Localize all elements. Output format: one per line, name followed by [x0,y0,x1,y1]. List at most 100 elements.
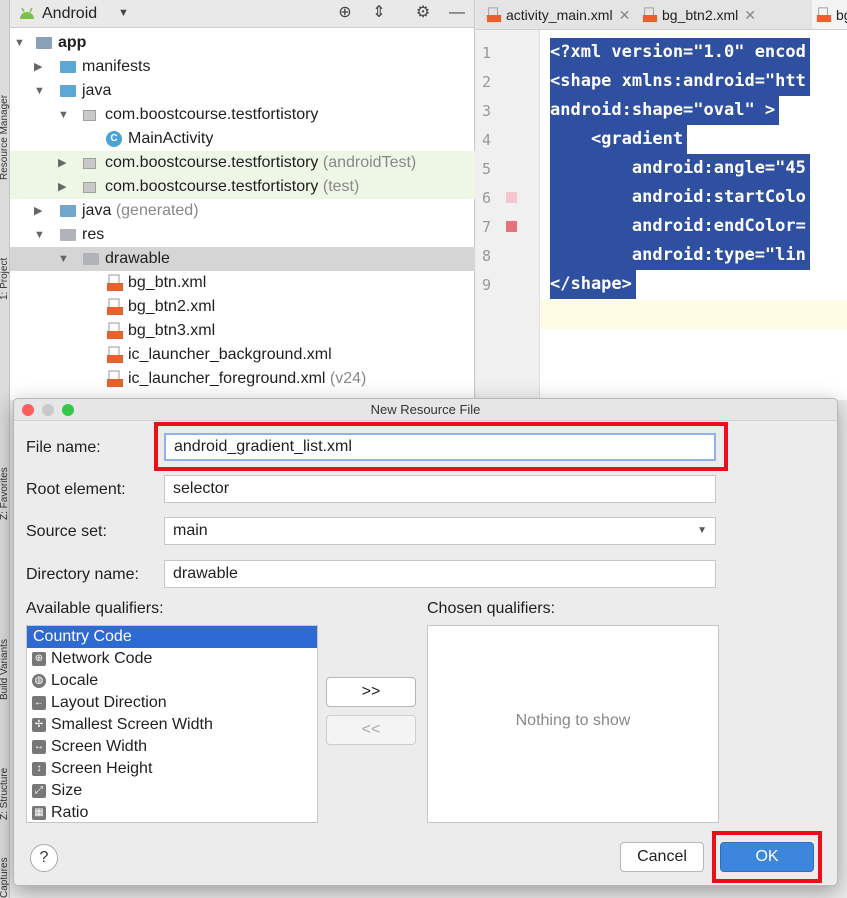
package-icon [83,110,96,121]
tree-item-label: java [82,202,112,219]
chevron-right-icon[interactable]: ▶ [34,199,42,223]
file-name-input[interactable]: android_gradient_list.xml [164,433,716,461]
gear-icon[interactable]: ⚙ [414,4,432,22]
list-item[interactable]: ⤢ Size [27,780,317,802]
add-qualifier-button[interactable]: >> [326,677,416,707]
chevron-down-icon[interactable]: ▼ [118,7,129,19]
tree-item-label: res [82,226,105,243]
tab-current[interactable]: bg [812,0,847,29]
project-tab[interactable]: 1: Project [0,258,9,300]
tree-item-package-main[interactable]: ▼ com.boostcourse.testfortistory [10,103,475,127]
tree-item-label: com.boostcourse.testfortistory [105,154,319,171]
remove-qualifier-button[interactable]: << [326,715,416,745]
chevron-right-icon[interactable]: ▶ [58,175,66,199]
list-item[interactable]: Country Code [27,626,317,648]
chosen-qualifiers-list[interactable]: Nothing to show [427,625,719,823]
tree-item-app[interactable]: ▼ app [10,31,475,55]
code-line: android:startColo [550,183,810,212]
qualifier-label: Locale [51,672,99,689]
chevron-down-icon[interactable]: ▼ [58,247,69,271]
empty-state-text: Nothing to show [515,712,631,729]
tree-item-manifests[interactable]: ▶ manifests [10,55,475,79]
code-line: <gradient [550,125,688,154]
folder-icon [60,85,76,97]
tree-item-label: ic_launcher_foreground.xml [128,370,326,387]
tree-item-bg-btn[interactable]: bg_btn.xml [10,271,475,295]
directory-name-input[interactable]: drawable [164,560,716,588]
list-item[interactable]: ↕ Screen Height [27,758,317,780]
resource-manager-tab[interactable]: Resource Manager [0,95,9,180]
line-number: 7 [482,218,492,236]
tree-item-suffix: (v24) [329,370,367,387]
list-item[interactable]: ✢ Smallest Screen Width [27,714,317,736]
chevron-right-icon[interactable]: ▶ [58,151,66,175]
list-item[interactable]: ↔ Screen Width [27,736,317,758]
tree-item-java[interactable]: ▼ java [10,79,475,103]
line-number: 8 [482,247,492,265]
chevron-down-icon[interactable]: ▼ [58,103,69,127]
line-number: 2 [482,73,492,91]
tree-item-ic-launcher-background[interactable]: ic_launcher_background.xml [10,343,475,367]
tab-bg-btn2[interactable]: bg_btn2.xml ✕ [642,0,756,29]
list-item[interactable]: ▦ Ratio [27,802,317,822]
chevron-down-icon[interactable]: ▼ [14,31,25,55]
ok-button[interactable]: OK [720,842,814,872]
tree-item-label: MainActivity [128,130,214,147]
close-icon[interactable]: ✕ [619,7,631,23]
code-line: <shape xmlns:android="htt [550,67,810,96]
code-line: android:endColor= [550,212,810,241]
directory-name-label: Directory name: [26,566,139,583]
structure-tab[interactable]: Z: Structure [0,768,9,820]
source-set-select[interactable]: main ▼ [164,517,716,545]
tree-item-drawable[interactable]: ▼ drawable [10,247,475,271]
end-color-swatch-icon[interactable] [506,221,517,232]
smallest-width-icon: ✢ [32,718,46,732]
tree-item-package-test[interactable]: ▶ com.boostcourse.testfortistory (test) [10,175,475,199]
tab-activity-main[interactable]: activity_main.xml ✕ [486,0,631,29]
collapse-all-icon[interactable]: ⇕ [370,4,388,22]
project-view-selector[interactable]: Android [42,5,97,23]
xml-file-icon [642,7,658,23]
file-name-label: File name: [26,439,101,456]
captures-tab[interactable]: Captures [0,857,9,898]
ratio-icon: ▦ [32,806,46,820]
chevron-down-icon[interactable]: ▼ [34,223,45,247]
line-number: 6 [482,189,492,207]
tree-item-suffix: (generated) [115,202,199,219]
chevron-down-icon[interactable]: ▼ [34,79,45,103]
folder-icon [60,61,76,73]
source-set-value: main [173,522,208,539]
locate-icon[interactable]: ⊕ [336,4,354,22]
available-qualifiers-list[interactable]: Country Code ⊕ Network Code ◍ Locale ← Layo… [26,625,318,823]
tree-item-text: com.boostcourse.testfortistory (androidT… [105,151,416,175]
list-item[interactable]: ◍ Locale [27,670,317,692]
resources-folder-icon [60,229,76,241]
dialog-title: New Resource File [370,402,481,417]
build-variants-tab[interactable]: Build Variants [0,639,9,700]
list-item[interactable]: ⊕ Network Code [27,648,317,670]
qualifier-label: Layout Direction [51,694,167,711]
chevron-right-icon[interactable]: ▶ [34,55,42,79]
favorites-tab[interactable]: Z: Favorites [0,467,9,520]
package-icon [83,158,96,169]
tree-item-package-androidtest[interactable]: ▶ com.boostcourse.testfortistory (androi… [10,151,475,175]
tree-item-bg-btn2[interactable]: bg_btn2.xml [10,295,475,319]
cancel-button[interactable]: Cancel [620,842,704,872]
root-element-input[interactable]: selector [164,475,716,503]
tree-item-ic-launcher-foreground[interactable]: ic_launcher_foreground.xml (v24) [10,367,475,391]
line-number: 3 [482,102,492,120]
hide-panel-icon[interactable]: — [448,4,466,22]
tree-item-bg-btn3[interactable]: bg_btn3.xml [10,319,475,343]
help-button[interactable]: ? [30,844,58,872]
close-icon[interactable]: ✕ [744,7,756,23]
list-item[interactable]: ← Layout Direction [27,692,317,714]
screen-height-icon: ↕ [32,762,46,776]
start-color-swatch-icon[interactable] [506,192,517,203]
size-icon: ⤢ [32,784,46,798]
tree-item-res[interactable]: ▼ res [10,223,475,247]
code-editor[interactable]: 1 2 3 4 5 6 7 8 9 <?xml version="1.0" encod <shap… [476,30,847,400]
line-number: 9 [482,276,492,294]
tree-item-label: app [58,34,87,51]
tree-item-mainactivity[interactable]: C MainActivity [10,127,475,151]
tree-item-java-generated[interactable]: ▶ java (generated) [10,199,475,223]
